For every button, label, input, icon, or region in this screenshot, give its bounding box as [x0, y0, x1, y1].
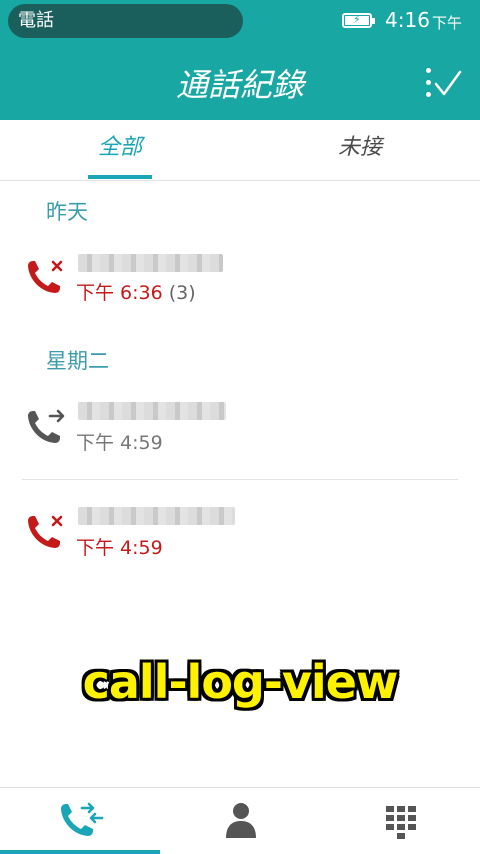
call-time: 下午 4:59	[76, 537, 163, 559]
select-check-icon	[434, 70, 462, 96]
call-log-row[interactable]: 下午 4:59	[0, 493, 480, 573]
status-ampm: 下午	[432, 14, 463, 32]
tab-bar: 全部 未接	[0, 120, 480, 181]
app-name-pill: 電話	[8, 4, 243, 38]
tab-active-indicator	[88, 175, 152, 179]
contacts-icon	[226, 803, 256, 838]
missed-call-icon	[28, 260, 63, 293]
call-time-text: 下午 6:36	[76, 282, 163, 304]
contact-name-redacted	[78, 254, 223, 272]
call-count: (3)	[168, 282, 196, 304]
battery-icon: ⚡	[342, 13, 375, 28]
view-label-overlay: call-log-view	[82, 655, 399, 709]
status-bar: 電話 ⚡ 4:16 下午	[0, 0, 480, 42]
dialpad-icon	[386, 806, 416, 839]
select-button[interactable]	[420, 64, 464, 104]
call-time: 下午 6:36 (3)	[76, 278, 196, 305]
section-header-yesterday: 昨天	[46, 200, 88, 224]
tab-missed[interactable]: 未接	[240, 120, 480, 180]
call-log-row[interactable]: 下午 6:36 (3)	[0, 238, 480, 318]
app-header: 通話紀錄	[0, 42, 480, 120]
call-log-icon	[61, 802, 104, 836]
status-time: 4:16	[385, 8, 430, 32]
nav-call-log[interactable]	[0, 788, 160, 854]
section-header-tuesday: 星期二	[46, 349, 109, 373]
nav-contacts[interactable]	[160, 788, 320, 854]
contact-name-redacted	[78, 402, 226, 420]
page-title: 通話紀錄	[175, 66, 304, 104]
divider	[22, 479, 458, 480]
contact-name-redacted	[78, 507, 235, 525]
bottom-nav	[0, 787, 480, 854]
call-log-row[interactable]: 下午 4:59	[0, 388, 480, 468]
call-time: 下午 4:59	[76, 432, 163, 454]
nav-dialpad[interactable]	[320, 788, 480, 854]
nav-active-indicator	[0, 850, 160, 854]
missed-call-icon	[28, 515, 63, 548]
tab-all[interactable]: 全部	[0, 120, 240, 180]
outgoing-call-icon	[28, 409, 65, 443]
